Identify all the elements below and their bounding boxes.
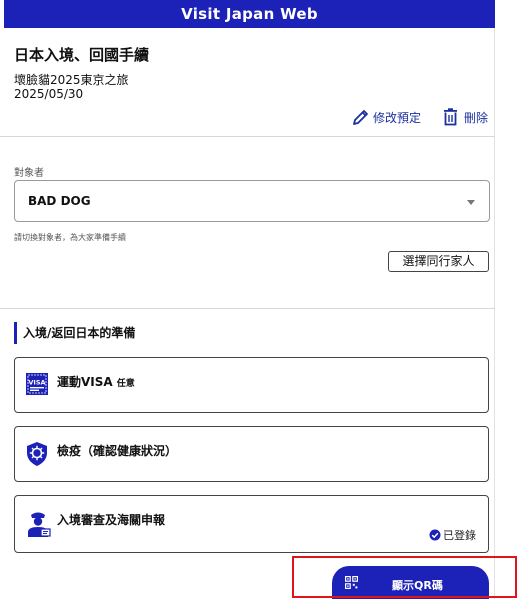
trip-date: 2025/05/30: [14, 87, 84, 101]
visa-title: 運動VISA: [57, 375, 113, 389]
pencil-icon: [353, 110, 368, 125]
trip-name: 壞臉貓2025東京之旅: [14, 73, 129, 87]
immigration-customs-card[interactable]: 入境審查及海關申報 已登錄: [14, 495, 489, 553]
immigration-title: 入境審查及海關申報: [57, 513, 166, 527]
visa-icon: VISA: [26, 373, 48, 395]
target-helper-text: 請切換對象者，為大家準備手續: [14, 233, 126, 242]
card-title: 運動VISA 任意: [57, 373, 135, 390]
divider: [0, 308, 495, 309]
app-title: Visit Japan Web: [181, 5, 318, 23]
quarantine-title: 檢疫（確認健康狀況）: [57, 444, 178, 458]
highlight-frame: [292, 556, 517, 598]
quarantine-card[interactable]: 檢疫（確認健康狀況）: [14, 426, 489, 482]
select-companion-button[interactable]: 選擇同行家人: [388, 251, 489, 272]
edit-plan-button[interactable]: 修改預定: [352, 108, 421, 126]
check-circle-icon: [429, 529, 441, 541]
sports-visa-card[interactable]: VISA 運動VISA 任意: [14, 357, 489, 413]
edit-plan-label: 修改預定: [373, 110, 422, 125]
delete-label: 刪除: [464, 110, 489, 125]
content-border: [494, 28, 495, 599]
section-heading: 入境/返回日本的準備: [14, 322, 135, 344]
immigration-officer-icon: [28, 512, 51, 537]
trash-icon: [444, 108, 457, 126]
registered-status: 已登錄: [429, 527, 476, 543]
target-person-select[interactable]: BAD DOG: [14, 180, 490, 222]
quarantine-shield-icon: [27, 442, 47, 466]
target-person-label: 對象者: [14, 168, 44, 179]
registered-status-label: 已登錄: [443, 529, 476, 542]
target-person-value: BAD DOG: [28, 194, 91, 208]
svg-text:VISA: VISA: [28, 379, 45, 387]
app-header: Visit Japan Web: [4, 0, 495, 28]
delete-button[interactable]: 刪除: [443, 108, 488, 126]
page-title: 日本入境、回國手續: [14, 46, 150, 64]
optional-badge: 任意: [116, 379, 135, 389]
dropdown-arrow-icon: [467, 200, 475, 205]
divider: [0, 136, 495, 137]
